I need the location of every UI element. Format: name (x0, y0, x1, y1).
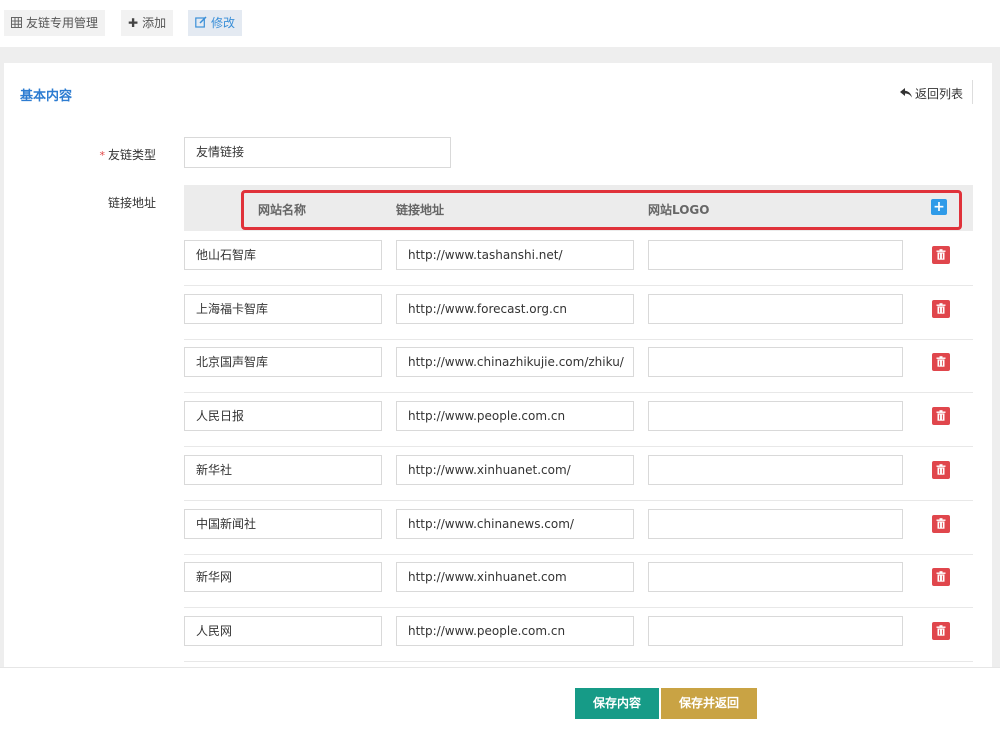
link-url-input[interactable]: http://www.people.com.cn (396, 615, 634, 646)
site-logo-input[interactable] (648, 508, 903, 539)
site-logo-input[interactable] (648, 562, 903, 593)
link-url-input[interactable]: http://www.tashanshi.net/ (396, 240, 634, 270)
site-name-input[interactable]: 新华网 (184, 562, 382, 593)
link-address-label: 链接地址 (107, 196, 156, 210)
trash-icon (936, 356, 946, 368)
table-row: 人民网 http://www.people.com.cn (184, 609, 973, 662)
site-logo-input[interactable] (648, 401, 903, 432)
link-url-input[interactable]: http://www.chinanews.com/ (396, 508, 634, 539)
trash-icon (936, 249, 946, 260)
site-name-input[interactable]: 他山石智库 (184, 240, 382, 270)
reply-arrow-icon (900, 87, 912, 100)
link-type-label-text: 友链类型 (107, 148, 156, 162)
site-logo-input[interactable] (648, 293, 903, 324)
site-logo-input[interactable] (648, 454, 903, 485)
add-row-button[interactable]: + (931, 199, 947, 215)
edit-button-label: 修改 (211, 16, 236, 30)
link-url-input[interactable]: http://www.people.com.cn (396, 401, 634, 432)
edit-icon (195, 16, 207, 30)
header-divider (972, 80, 973, 104)
left-gutter (0, 63, 4, 667)
site-name-input[interactable]: 人民网 (184, 615, 382, 646)
manage-tab-button[interactable]: 友链专用管理 (4, 10, 106, 36)
trash-icon (936, 463, 946, 475)
delete-row-button[interactable] (932, 568, 950, 587)
delete-row-button[interactable] (932, 246, 950, 264)
link-type-select[interactable]: 友情链接 (184, 137, 451, 168)
trash-icon (936, 571, 946, 582)
delete-row-button[interactable] (932, 514, 950, 533)
link-url-input[interactable]: http://www.xinhuanet.com/ (396, 454, 634, 485)
edit-button[interactable]: 修改 (188, 10, 243, 36)
table-row: 北京国声智库 http://www.chinazhikujie.com/zhiku… (184, 340, 973, 394)
back-to-list-link[interactable]: 返回列表 (900, 85, 963, 102)
content-separator (0, 47, 1000, 63)
manage-tab-label: 友链专用管理 (26, 16, 99, 30)
panel-title: 基本内容 (20, 89, 73, 104)
delete-row-button[interactable] (932, 621, 950, 640)
site-name-input[interactable]: 北京国声智库 (184, 347, 382, 378)
trash-icon (936, 302, 946, 314)
delete-row-button[interactable] (932, 353, 950, 372)
delete-row-button[interactable] (932, 407, 950, 426)
link-url-input[interactable]: http://www.xinhuanet.com (396, 562, 634, 593)
plus-icon: + (933, 199, 945, 215)
header-highlight-box (241, 190, 962, 230)
trash-icon (936, 410, 946, 421)
table-icon (11, 16, 22, 30)
delete-row-button[interactable] (932, 299, 950, 318)
trash-icon (936, 517, 946, 529)
back-to-list-label: 返回列表 (915, 87, 964, 101)
add-button-label: 添加 (142, 16, 167, 30)
required-asterisk: * (99, 149, 105, 162)
table-row: 新华社 http://www.xinhuanet.com/ (184, 448, 973, 501)
delete-row-button[interactable] (932, 460, 950, 479)
site-name-input[interactable]: 上海福卡智库 (184, 293, 382, 324)
top-toolbar: 友链专用管理 ✚ 添加 修改 (0, 0, 1000, 47)
save-and-return-button[interactable]: 保存并返回 (661, 688, 757, 719)
site-logo-input[interactable] (648, 615, 903, 646)
table-row: 中国新闻社 http://www.chinanews.com/ (184, 502, 973, 555)
site-logo-input[interactable] (648, 347, 903, 378)
footer-divider (0, 667, 1000, 668)
plus-icon: ✚ (128, 16, 139, 30)
table-row: 人民日报 http://www.people.com.cn (184, 394, 973, 448)
site-name-input[interactable]: 中国新闻社 (184, 508, 382, 539)
right-gutter (992, 63, 1000, 667)
site-logo-input[interactable] (648, 240, 903, 270)
table-row: 他山石智库 http://www.tashanshi.net/ (184, 233, 973, 286)
save-content-button[interactable]: 保存内容 (575, 688, 659, 719)
link-type-label: * 友链类型 (76, 146, 156, 163)
table-row: 上海福卡智库 http://www.forecast.org.cn (184, 287, 973, 340)
table-row: 新华网 http://www.xinhuanet.com (184, 555, 973, 609)
site-name-input[interactable]: 人民日报 (184, 401, 382, 432)
site-name-input[interactable]: 新华社 (184, 454, 382, 485)
link-url-input[interactable]: http://www.forecast.org.cn (396, 293, 634, 324)
link-url-input[interactable]: http://www.chinazhikujie.com/zhiku/ (396, 347, 634, 378)
add-button[interactable]: ✚ 添加 (121, 10, 174, 36)
trash-icon (936, 625, 946, 636)
